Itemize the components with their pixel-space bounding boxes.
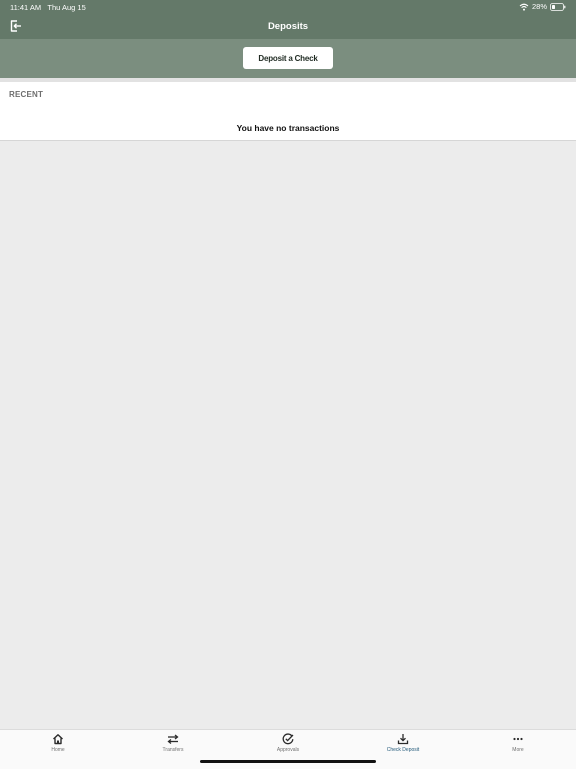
status-date: Thu Aug 15 [47, 3, 86, 12]
tab-transfers[interactable]: Transfers [133, 733, 213, 759]
tab-bar: Home Transfers Approvals Check Deposit M… [0, 729, 576, 769]
tab-home-label: Home [51, 747, 65, 753]
home-indicator [200, 760, 376, 763]
recent-section-header: RECENT [9, 90, 44, 99]
home-icon [53, 734, 63, 745]
tab-check-deposit-label: Check Deposit [386, 747, 420, 753]
action-band: Deposit a Check [0, 39, 576, 78]
check-deposit-icon [397, 734, 409, 745]
deposit-check-button[interactable]: Deposit a Check [243, 47, 333, 69]
recent-transactions-panel: RECENT You have no transactions [0, 82, 576, 141]
status-bar: 11:41 AM Thu Aug 15 28% [0, 0, 576, 14]
battery-icon [550, 2, 566, 11]
nav-bar: Deposits [0, 14, 576, 39]
page-title: Deposits [267, 21, 309, 32]
wifi-icon [519, 3, 529, 11]
empty-transactions-message: You have no transactions [236, 123, 340, 133]
status-time-date: 11:41 AM Thu Aug 15 [10, 3, 86, 12]
tab-check-deposit[interactable]: Check Deposit [363, 733, 443, 759]
tab-home[interactable]: Home [18, 733, 98, 759]
more-icon [513, 737, 523, 741]
tab-approvals[interactable]: Approvals [248, 733, 328, 759]
status-time: 11:41 AM [10, 3, 42, 12]
tab-more-label: More [512, 747, 524, 753]
tab-more[interactable]: More [478, 733, 558, 759]
tab-transfers-label: Transfers [162, 747, 184, 753]
status-indicators: 28% [519, 2, 566, 11]
transfers-icon [167, 734, 179, 745]
approvals-icon [282, 733, 294, 745]
tab-approvals-label: Approvals [276, 747, 300, 753]
battery-percent: 28% [531, 2, 547, 11]
